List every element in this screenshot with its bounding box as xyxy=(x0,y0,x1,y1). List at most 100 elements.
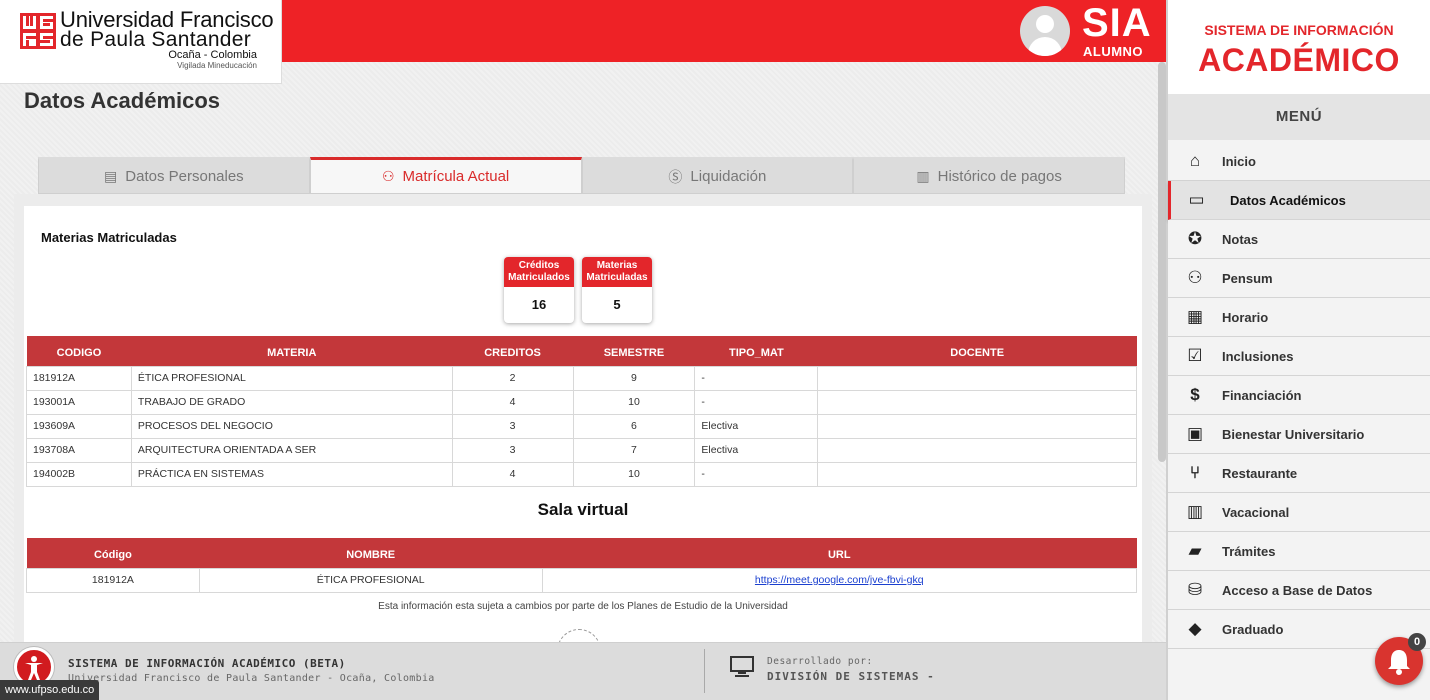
sidebar-item-inclusiones[interactable]: ☑ Inclusiones xyxy=(1168,337,1430,376)
cell-semestre: 10 xyxy=(572,389,696,415)
virtual-room-title: Sala virtual xyxy=(537,500,629,519)
table-row: 194002B PRÁCTICA EN SISTEMAS 4 10 - xyxy=(26,461,1137,487)
tab-matricula-actual[interactable]: ⚇ Matrícula Actual xyxy=(309,157,582,194)
cell-semestre: 9 xyxy=(572,365,696,391)
tab-label: Matrícula Actual xyxy=(402,168,510,185)
stat-value: 5 xyxy=(613,297,621,312)
cell-creditos: 2 xyxy=(451,365,574,391)
sidebar-item-label: Inicio xyxy=(1222,153,1256,169)
cell-materia: PROCESOS DEL NEGOCIO xyxy=(130,413,453,439)
user-role: ALUMNO xyxy=(1083,44,1144,59)
sidebar-item-label: Pensum xyxy=(1222,270,1273,286)
stat-creditos: Créditos Matriculados 16 xyxy=(504,257,574,323)
university-name-line2: de Paula Santander xyxy=(60,28,252,51)
sidebar-item-label: Bienestar Universitario xyxy=(1222,426,1365,442)
cell-url: https://meet.google.com/jve-fbvi-gkq xyxy=(541,567,1138,593)
cell-docente xyxy=(817,389,1137,415)
column-header: DOCENTE xyxy=(817,336,1137,366)
sidebar-item-bienestar[interactable]: ▣ Bienestar Universitario xyxy=(1168,415,1430,454)
cell-semestre: 10 xyxy=(572,461,696,487)
monitor-icon xyxy=(730,656,754,677)
sidebar-item-label: Vacacional xyxy=(1222,504,1290,520)
cell-materia: ÉTICA PROFESIONAL xyxy=(130,365,453,391)
cell-nombre: ÉTICA PROFESIONAL xyxy=(198,567,543,593)
bar-chart-icon: ▥ xyxy=(916,168,930,184)
id-card-icon: ▤ xyxy=(104,168,118,184)
tab-label: Histórico de pagos xyxy=(937,168,1062,185)
university-location: Ocaña - Colombia xyxy=(168,49,257,61)
brand-main: ACADÉMICO xyxy=(1198,42,1400,78)
sidebar-item-tramites[interactable]: ▰ Trámites xyxy=(1168,532,1430,571)
sidebar-item-label: Notas xyxy=(1222,231,1259,247)
footer-title: SISTEMA DE INFORMACIÓN ACADÉMICO (BETA) xyxy=(68,657,346,670)
cell-creditos: 4 xyxy=(451,389,574,415)
cell-semestre: 6 xyxy=(572,413,696,439)
tab-liquidacion[interactable]: Ⓢ Liquidación xyxy=(581,157,854,194)
stat-label: Créditos Matriculados xyxy=(504,257,574,287)
folder-open-icon: ▰ xyxy=(1188,541,1202,560)
tab-label: Liquidación xyxy=(690,168,767,185)
sidebar-item-financiacion[interactable]: $ Financiación xyxy=(1168,376,1430,415)
table-header-row: Código NOMBRE URL xyxy=(26,538,1137,568)
section-title: Materias Matriculadas xyxy=(41,230,177,245)
books-icon: ▥ xyxy=(1186,502,1204,521)
table-row: 181912A ÉTICA PROFESIONAL 2 9 - xyxy=(26,365,1137,391)
sidebar-item-restaurante[interactable]: ⑂ Restaurante xyxy=(1168,454,1430,493)
column-header: URL xyxy=(542,538,1137,568)
column-header: NOMBRE xyxy=(199,538,543,568)
tab-datos-personales[interactable]: ▤ Datos Personales xyxy=(38,157,310,194)
cell-tipo: Electiva xyxy=(694,437,819,463)
sidebar-item-label: Horario xyxy=(1222,309,1269,325)
cell-semestre: 7 xyxy=(572,437,696,463)
sidebar-item-label: Datos Académicos xyxy=(1230,192,1346,208)
briefcase-icon: ▣ xyxy=(1186,424,1204,443)
cell-docente xyxy=(817,413,1137,439)
sidebar-item-horario[interactable]: ▦ Horario xyxy=(1168,298,1430,337)
calendar-icon: ▦ xyxy=(1186,307,1204,326)
sitemap-icon: ⚇ xyxy=(381,168,395,184)
cell-creditos: 4 xyxy=(451,461,574,487)
stat-value: 16 xyxy=(531,297,547,312)
sitemap-icon: ⚇ xyxy=(1187,268,1203,287)
developed-by-label: Desarrollado por: xyxy=(767,656,873,667)
cell-creditos: 3 xyxy=(451,437,574,463)
column-header: MATERIA xyxy=(131,336,453,366)
sidebar-item-datos-academicos[interactable]: ▭ Datos Académicos xyxy=(1168,181,1430,220)
menu-header: MENÚ xyxy=(1168,94,1430,140)
sidebar-item-base-datos[interactable]: ⛁ Acceso a Base de Datos xyxy=(1168,571,1430,610)
vigilada-label: Vigilada Mineducación xyxy=(177,61,257,70)
sidebar-item-pensum[interactable]: ⚇ Pensum xyxy=(1168,259,1430,298)
cell-codigo: 193708A xyxy=(26,437,132,463)
sidebar-item-label: Acceso a Base de Datos xyxy=(1222,582,1373,598)
footer-subtitle: Universidad Francisco de Paula Santander… xyxy=(68,673,435,684)
table-header-row: CODIGO MATERIA CREDITOS SEMESTRE TIPO_MA… xyxy=(26,336,1137,366)
column-header: CODIGO xyxy=(26,336,132,366)
footer-divider xyxy=(704,649,705,693)
cell-creditos: 3 xyxy=(451,413,574,439)
university-logo[interactable]: Universidad Francisco de Paula Santander… xyxy=(0,0,282,84)
sidebar-item-inicio[interactable]: ⌂ Inicio xyxy=(1168,142,1430,181)
cell-docente xyxy=(817,437,1137,463)
sidebar-brand: SISTEMA DE INFORMACIÓN ACADÉMICO xyxy=(1168,0,1430,94)
scrollbar[interactable] xyxy=(1158,62,1166,462)
tab-historico-pagos[interactable]: ▥ Histórico de pagos xyxy=(853,157,1125,194)
sidebar-item-vacacional[interactable]: ▥ Vacacional xyxy=(1168,493,1430,532)
column-header: CREDITOS xyxy=(452,336,574,366)
content-panel: Materias Matriculadas Créditos Matricula… xyxy=(14,194,1152,673)
home-icon: ⌂ xyxy=(1189,151,1201,170)
footer: SISTEMA DE INFORMACIÓN ACADÉMICO (BETA) … xyxy=(0,642,1166,700)
cell-tipo: - xyxy=(694,461,819,487)
stat-materias: Materias Matriculadas 5 xyxy=(582,257,652,323)
meet-link[interactable]: https://meet.google.com/jve-fbvi-gkq xyxy=(755,574,924,586)
sidebar-item-label: Financiación xyxy=(1222,387,1302,403)
sidebar-item-notas[interactable]: ✪ Notas xyxy=(1168,220,1430,259)
status-url: www.ufpso.edu.co xyxy=(0,680,100,700)
graduation-cap-icon: ◆ xyxy=(1188,619,1202,638)
column-header: SEMESTRE xyxy=(573,336,695,366)
medal-icon: ✪ xyxy=(1187,229,1203,248)
user-avatar[interactable] xyxy=(1020,6,1070,56)
sidebar-item-label: Graduado xyxy=(1222,621,1284,637)
cell-codigo: 194002B xyxy=(26,461,132,487)
tab-label: Datos Personales xyxy=(125,168,244,185)
brand-top: SISTEMA DE INFORMACIÓN xyxy=(1204,22,1394,38)
